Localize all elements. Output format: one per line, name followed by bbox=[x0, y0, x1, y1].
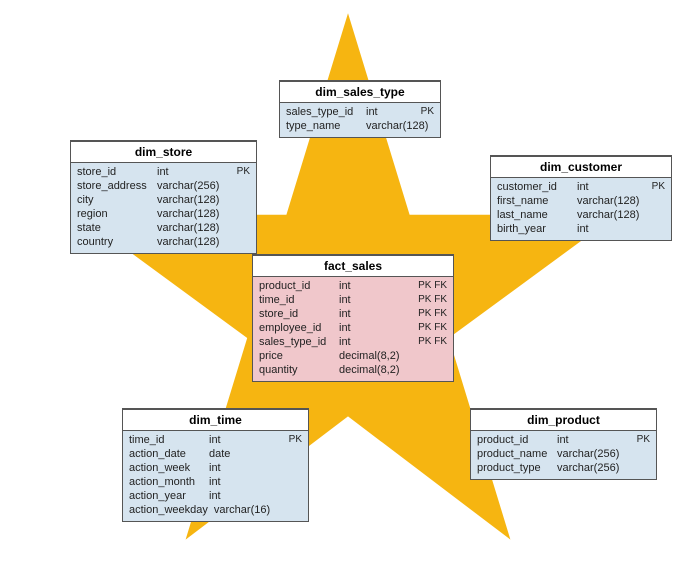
table-row: quantitydecimal(8,2) bbox=[259, 363, 447, 377]
table-row: time_idintPK FK bbox=[259, 293, 447, 307]
table-row: action_monthint bbox=[129, 475, 302, 489]
table-dim-customer: dim_customer customer_idintPK first_name… bbox=[490, 155, 672, 241]
table-row: cityvarchar(128) bbox=[77, 193, 250, 207]
col-key bbox=[434, 120, 462, 132]
table-row: sales_type_idintPK FK bbox=[259, 335, 447, 349]
col-type: int bbox=[366, 106, 400, 118]
table-row: first_namevarchar(128) bbox=[497, 194, 665, 208]
table-row: store_idintPK FK bbox=[259, 307, 447, 321]
table-title: dim_product bbox=[471, 409, 656, 431]
table-dim-product: dim_product product_idintPK product_name… bbox=[470, 408, 657, 480]
table-title: dim_sales_type bbox=[280, 81, 440, 103]
table-title: dim_time bbox=[123, 409, 308, 431]
table-row: product_idintPK bbox=[477, 433, 650, 447]
table-row: statevarchar(128) bbox=[77, 221, 250, 235]
table-dim-store: dim_store store_idintPK store_addressvar… bbox=[70, 140, 257, 254]
table-row: birth_yearint bbox=[497, 222, 665, 236]
table-row: product_namevarchar(256) bbox=[477, 447, 650, 461]
table-row: employee_idintPK FK bbox=[259, 321, 447, 335]
table-row: action_datedate bbox=[129, 447, 302, 461]
table-row: countryvarchar(128) bbox=[77, 235, 250, 249]
table-row: action_weekdayvarchar(16) bbox=[129, 503, 302, 517]
table-row: store_idintPK bbox=[77, 165, 250, 179]
col-type: varchar(128) bbox=[366, 120, 428, 132]
table-row: pricedecimal(8,2) bbox=[259, 349, 447, 363]
table-fact-sales: fact_sales product_idintPK FK time_idint… bbox=[252, 254, 454, 382]
table-row: last_namevarchar(128) bbox=[497, 208, 665, 222]
table-dim-time: dim_time time_idintPK action_datedate ac… bbox=[122, 408, 309, 522]
table-row: sales_type_id int PK bbox=[286, 105, 434, 119]
table-row: product_idintPK FK bbox=[259, 279, 447, 293]
col-name: type_name bbox=[286, 120, 360, 132]
table-dim-sales-type: dim_sales_type sales_type_id int PK type… bbox=[279, 80, 441, 138]
table-row: customer_idintPK bbox=[497, 180, 665, 194]
col-name: sales_type_id bbox=[286, 106, 360, 118]
table-row: time_idintPK bbox=[129, 433, 302, 447]
table-title: dim_customer bbox=[491, 156, 671, 178]
table-row: product_typevarchar(256) bbox=[477, 461, 650, 475]
table-row: store_addressvarchar(256) bbox=[77, 179, 250, 193]
table-row: action_weekint bbox=[129, 461, 302, 475]
table-title: fact_sales bbox=[253, 255, 453, 277]
table-row: type_name varchar(128) bbox=[286, 119, 434, 133]
col-key: PK bbox=[406, 106, 434, 118]
table-row: action_yearint bbox=[129, 489, 302, 503]
table-title: dim_store bbox=[71, 141, 256, 163]
table-row: regionvarchar(128) bbox=[77, 207, 250, 221]
